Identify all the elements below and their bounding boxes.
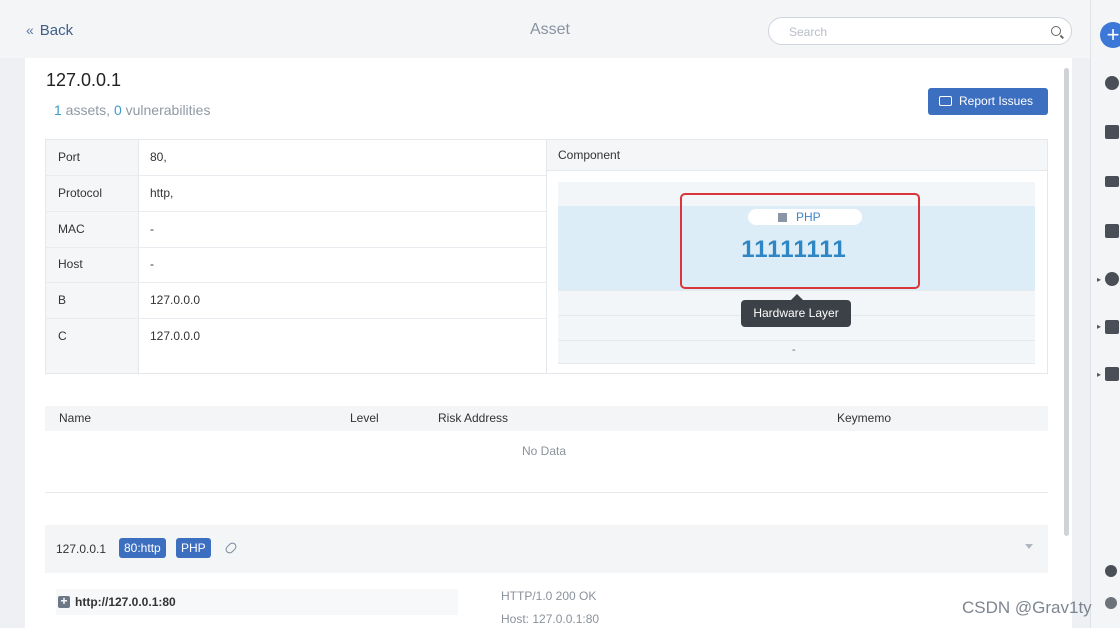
document-icon[interactable] [1105, 125, 1119, 139]
chevron-down-icon[interactable] [1025, 544, 1033, 549]
info-value: 127.0.0.0 [150, 329, 201, 343]
column-keymemo[interactable]: Keymemo [837, 411, 891, 425]
info-key: Port [58, 150, 81, 164]
info-row-mac: MAC - [46, 212, 546, 248]
service-url[interactable]: http://127.0.0.1:80 [75, 595, 176, 609]
divider [45, 492, 1048, 493]
component-header: Component [547, 140, 1047, 171]
info-row-host: Host - [46, 247, 546, 283]
column-name[interactable]: Name [59, 411, 91, 425]
puzzle-icon[interactable] [1105, 367, 1119, 381]
clock-icon[interactable] [1105, 76, 1119, 90]
scrollbar[interactable] [1064, 68, 1069, 536]
expand-arrow-icon[interactable]: ▸ [1097, 322, 1101, 331]
response-line: Host: 127.0.0.1:80 [501, 612, 600, 626]
port-tag[interactable]: 80:http [119, 538, 166, 558]
info-row-c: C 127.0.0.0 [46, 319, 546, 354]
column-risk-address[interactable]: Risk Address [438, 411, 508, 425]
back-button[interactable]: « Back [26, 22, 73, 39]
info-row-b: B 127.0.0.0 [46, 283, 546, 319]
chat-icon [939, 96, 952, 106]
assets-count[interactable]: 1 [54, 102, 62, 118]
info-value: 80, [150, 150, 167, 164]
info-key: Host [58, 257, 83, 271]
vuln-table-empty: No Data [522, 444, 567, 458]
component-empty-value: - [792, 344, 796, 356]
search-input[interactable] [787, 24, 1041, 40]
search-icon[interactable] [1051, 26, 1061, 36]
double-chevron-left-icon: « [26, 22, 34, 38]
link-icon[interactable] [223, 540, 239, 556]
settings-icon[interactable] [1105, 565, 1117, 577]
report-issues-button[interactable]: Report Issues [928, 88, 1048, 115]
page-title: Asset [529, 21, 570, 38]
asset-info-table: Port 80, Protocol http, MAC - Host - B 1… [45, 139, 547, 374]
info-value: 127.0.0.0 [150, 293, 201, 307]
vuln-table-header: Name Level Risk Address Keymemo [45, 406, 1048, 431]
info-key: MAC [58, 222, 85, 236]
info-row-protocol: Protocol http, [46, 176, 546, 212]
asset-ip-title: 127.0.0.1 [46, 70, 122, 90]
info-value: - [150, 257, 154, 271]
plus-box-icon[interactable]: + [58, 595, 70, 608]
right-tool-rail: + ▸ ▸ ▸ [1090, 0, 1120, 628]
expand-arrow-icon[interactable]: ▸ [1097, 275, 1101, 284]
report-issues-label: Report Issues [959, 94, 1034, 108]
service-row[interactable]: 127.0.0.1 80:http PHP [45, 525, 1048, 573]
expand-arrow-icon[interactable]: ▸ [1097, 370, 1101, 379]
service-url-row[interactable]: + http://127.0.0.1:80 [56, 589, 458, 615]
info-key: B [58, 293, 67, 307]
hardware-layer-tooltip: Hardware Layer [741, 294, 851, 327]
vuln-count[interactable]: 0 [114, 102, 122, 118]
response-line: HTTP/1.0 200 OK [501, 589, 597, 603]
info-value: http, [150, 186, 174, 200]
refresh-icon[interactable] [1105, 597, 1117, 609]
plus-icon[interactable]: + [1100, 22, 1120, 48]
red-annotation-box [680, 193, 920, 289]
info-key: C [58, 329, 67, 343]
info-row-port: Port 80, [46, 140, 546, 176]
column-level[interactable]: Level [350, 411, 379, 425]
component-layer-bottom[interactable] [558, 341, 1035, 364]
tech-tag[interactable]: PHP [176, 538, 211, 558]
search-box[interactable] [768, 17, 1072, 45]
info-key: Protocol [58, 186, 103, 200]
component-header-label: Component [558, 148, 621, 162]
top-bar: « Back Asset [0, 0, 1090, 58]
back-label: Back [39, 22, 74, 39]
bug-icon[interactable] [1105, 272, 1119, 286]
asset-summary: 1 assets, 0 vulnerabilities [54, 102, 211, 118]
service-ip: 127.0.0.1 [56, 542, 107, 556]
watermark: CSDN @Grav1ty [962, 598, 1092, 617]
monitor-icon[interactable] [1105, 176, 1119, 187]
info-value: - [150, 222, 154, 236]
bar-chart-icon[interactable] [1105, 320, 1119, 334]
ip-icon[interactable] [1105, 224, 1119, 238]
